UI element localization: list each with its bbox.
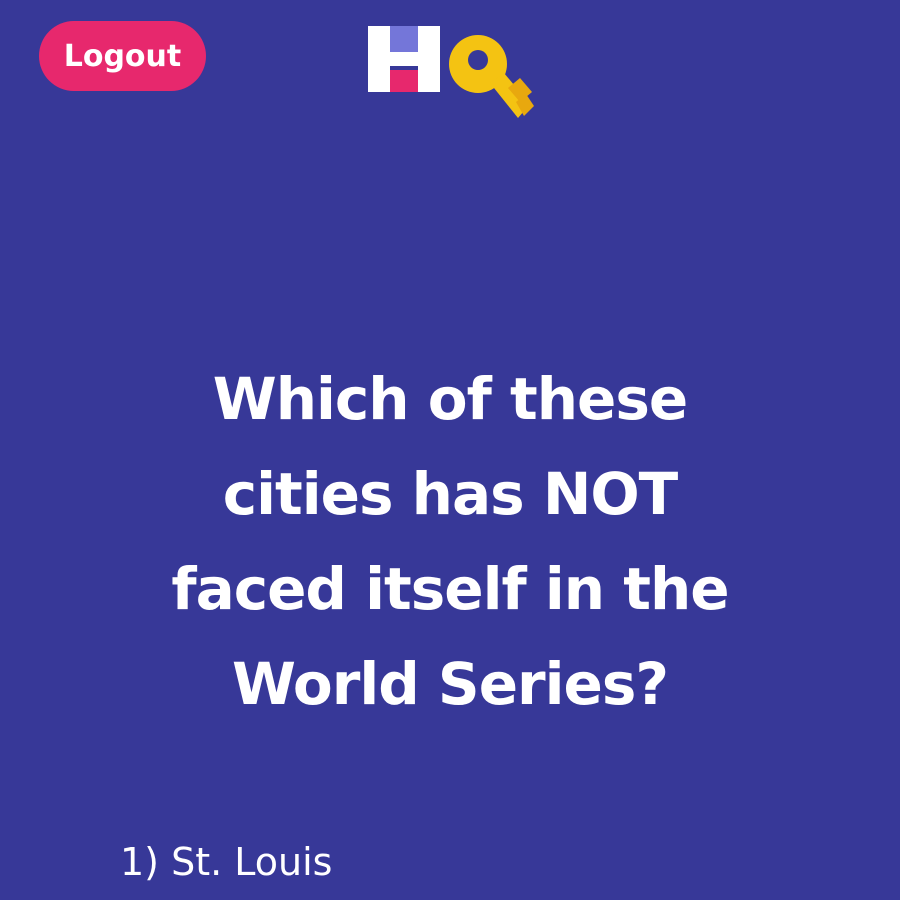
question-line: Which of these	[212, 365, 688, 433]
logo-key	[449, 35, 534, 118]
hq-key-logo-icon	[368, 26, 534, 118]
logout-button[interactable]: Logout	[39, 21, 206, 91]
answer-option[interactable]: 1) St. Louis	[120, 838, 332, 886]
question-line: faced itself in the	[171, 555, 729, 623]
question-line: cities has NOT	[222, 460, 678, 528]
question-line: World Series?	[231, 650, 669, 718]
trivia-screen: Logout Which of these cities has NOT fac…	[0, 0, 900, 900]
logo-letter-h	[368, 26, 440, 92]
question-text: Which of these cities has NOT faced itse…	[90, 352, 810, 732]
